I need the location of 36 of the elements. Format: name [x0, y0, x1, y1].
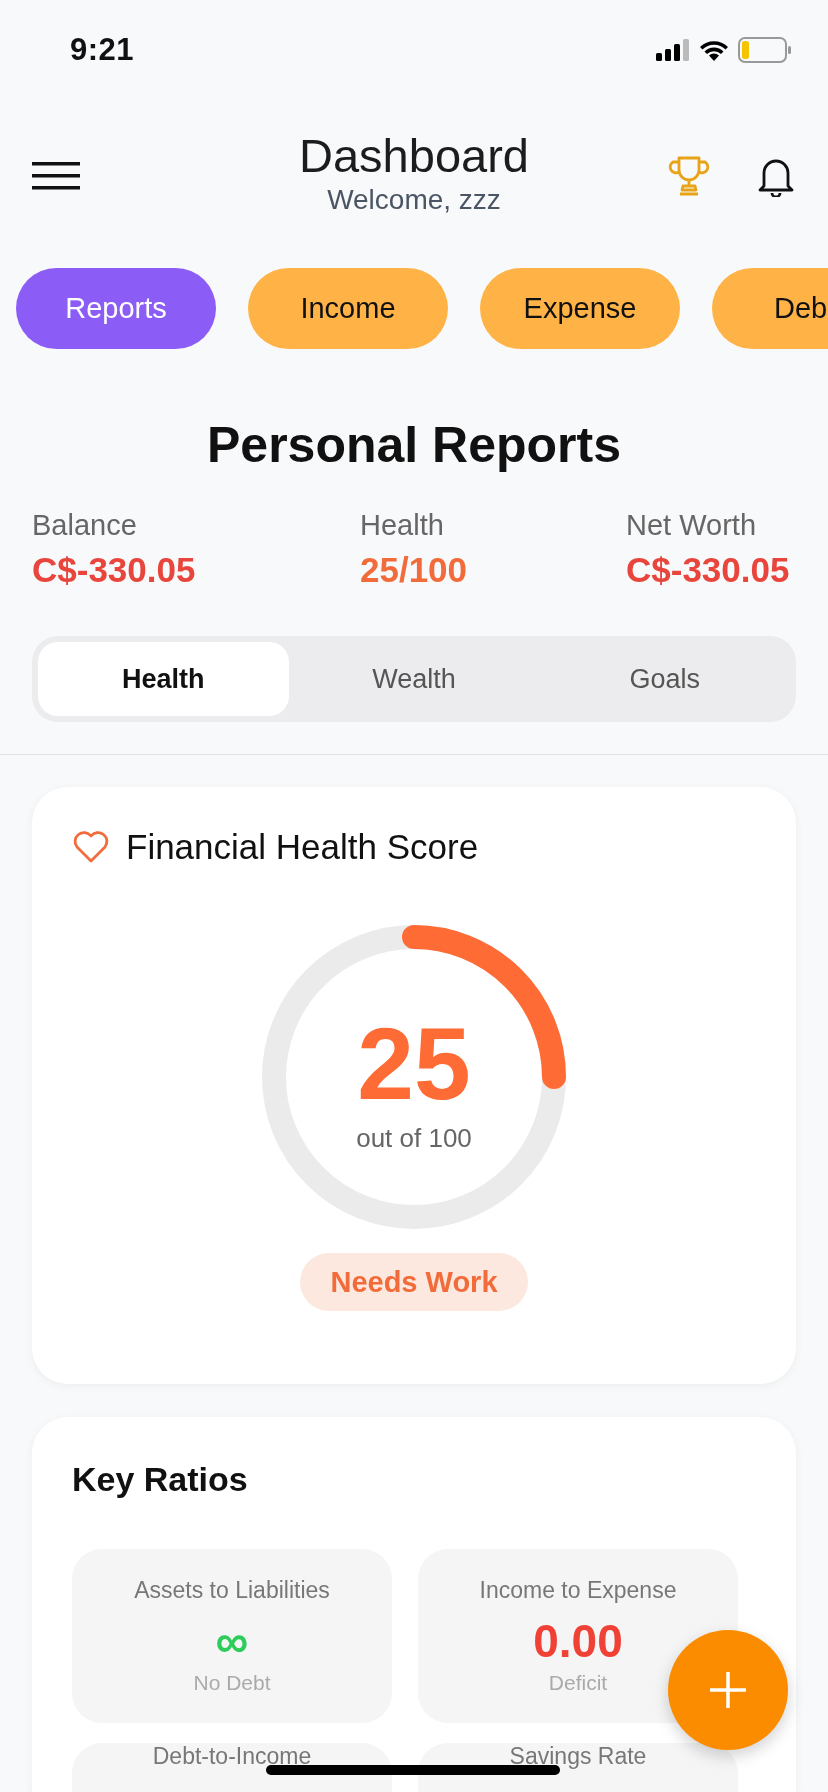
ratio-note: Deficit	[548, 1670, 608, 1695]
battery-icon	[738, 37, 792, 63]
score-caption: out of 100	[356, 1123, 472, 1154]
menu-icon[interactable]	[32, 162, 80, 190]
plus-icon	[708, 1670, 748, 1710]
status-time: 9:21	[70, 32, 135, 68]
section-title: Key Ratios	[72, 1460, 249, 1499]
signal-icon	[656, 39, 690, 61]
stat-label: Health	[360, 509, 445, 542]
heart-icon	[72, 830, 110, 864]
wifi-icon	[698, 38, 730, 62]
score-value: 25	[357, 1013, 471, 1115]
ratio-label: Assets to Liabilities	[134, 1577, 330, 1604]
screen-title: Dashboard	[299, 130, 529, 182]
ratio-note: No Debt	[193, 1670, 271, 1695]
ratio-value: 0.00	[533, 1616, 623, 1667]
status-badge: Needs Work	[300, 1253, 528, 1311]
category-chip[interactable]: Deb	[712, 268, 828, 349]
card-title: Financial Health Score	[126, 827, 479, 867]
stat-label: Net Worth	[626, 509, 757, 542]
ratio-label: Income to Expense	[479, 1577, 677, 1604]
segment-tab[interactable]: Health	[38, 642, 289, 716]
segment-tab[interactable]: Goals	[539, 642, 790, 716]
stat-label: Balance	[32, 509, 138, 542]
page-title: Personal Reports	[206, 416, 622, 475]
stat-value: C$-330.05	[626, 550, 790, 590]
ratio-value: ∞	[215, 1616, 249, 1667]
category-chip[interactable]: Income	[248, 268, 448, 349]
ratio-label: Debt-to-Income	[152, 1745, 312, 1768]
segment-tab[interactable]: Wealth	[288, 642, 540, 716]
category-chip[interactable]: Reports	[16, 268, 216, 349]
welcome-text: Welcome, zzz	[327, 183, 501, 216]
category-chip[interactable]: Expense	[480, 268, 680, 349]
ratio-label: Savings Rate	[509, 1745, 647, 1768]
stat-value: C$-330.05	[32, 550, 197, 590]
stat-value: 25/100	[360, 550, 469, 590]
